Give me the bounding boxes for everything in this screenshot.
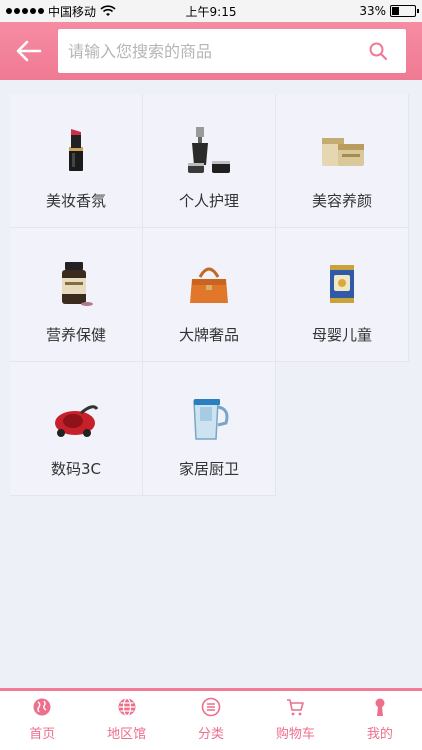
battery-percent: 33%: [359, 4, 386, 18]
handbag-icon: [181, 256, 237, 312]
bottom-nav: 首页 地区馆 分类 购物车 我的: [0, 688, 422, 750]
category-label: 数码3C: [50, 460, 102, 478]
wifi-icon: [100, 5, 116, 16]
search-input[interactable]: [68, 41, 368, 61]
back-button[interactable]: [0, 22, 58, 80]
battery-fill: [392, 7, 400, 15]
water-pitcher-icon: [181, 390, 237, 446]
user-icon: [375, 698, 385, 716]
skincare-bottles-icon: [181, 122, 237, 178]
lipstick-icon: [48, 122, 104, 178]
globe-icon: [33, 698, 51, 716]
category-label: 营养保健: [45, 326, 106, 344]
category-luxury[interactable]: 大牌奢品: [143, 228, 276, 362]
search-box[interactable]: [58, 29, 406, 73]
world-icon: [118, 697, 136, 717]
list-icon: [201, 697, 221, 717]
vacuum-icon: [48, 390, 104, 446]
category-personal-care[interactable]: 个人护理: [143, 94, 276, 228]
formula-can-icon: [314, 256, 370, 312]
category-nutrition[interactable]: 营养保健: [10, 228, 143, 362]
cream-jar-icon: [314, 122, 370, 178]
category-label: 美容养颜: [311, 192, 372, 210]
nav-label: 首页: [29, 727, 56, 742]
category-label: 家居厨卫: [178, 460, 239, 478]
nav-cart[interactable]: 购物车: [253, 691, 337, 750]
status-left: 中国移动: [0, 3, 150, 20]
category-label: 母婴儿童: [311, 326, 372, 344]
category-home-kitchen[interactable]: 家居厨卫: [143, 362, 276, 496]
back-arrow-icon: [16, 40, 42, 62]
search-icon[interactable]: [368, 41, 388, 61]
nav-label: 我的: [366, 727, 393, 742]
status-bar: 中国移动 上午9:15 33%: [0, 0, 422, 22]
nav-label: 购物车: [275, 727, 315, 742]
clock: 上午9:15: [185, 4, 237, 19]
category-digital[interactable]: 数码3C: [10, 362, 143, 496]
category-label: 美妆香氛: [45, 192, 106, 210]
header: [0, 22, 422, 80]
battery-icon: [390, 5, 419, 17]
nav-label: 地区馆: [107, 727, 147, 742]
cart-icon: [287, 699, 305, 716]
category-beauty-care[interactable]: 美容养颜: [276, 94, 409, 228]
nav-label: 分类: [198, 727, 225, 742]
category-label: 个人护理: [178, 192, 239, 210]
category-beauty-fragrance[interactable]: 美妆香氛: [10, 94, 143, 228]
category-mother-baby[interactable]: 母婴儿童: [276, 228, 409, 362]
category-grid: 美妆香氛 个人护理 美容养颜 营养保健 大牌奢品 母婴儿童 数码3C 家居厨卫: [10, 94, 410, 496]
carrier-label: 中国移动: [48, 4, 97, 19]
nav-home[interactable]: 首页: [0, 691, 84, 750]
nav-mine[interactable]: 我的: [338, 691, 422, 750]
signal-icon: [6, 8, 44, 14]
nav-region[interactable]: 地区馆: [84, 691, 168, 750]
supplement-bottle-icon: [48, 256, 104, 312]
nav-category[interactable]: 分类: [169, 691, 253, 750]
status-right: 33%: [272, 4, 422, 18]
category-label: 大牌奢品: [178, 326, 239, 344]
